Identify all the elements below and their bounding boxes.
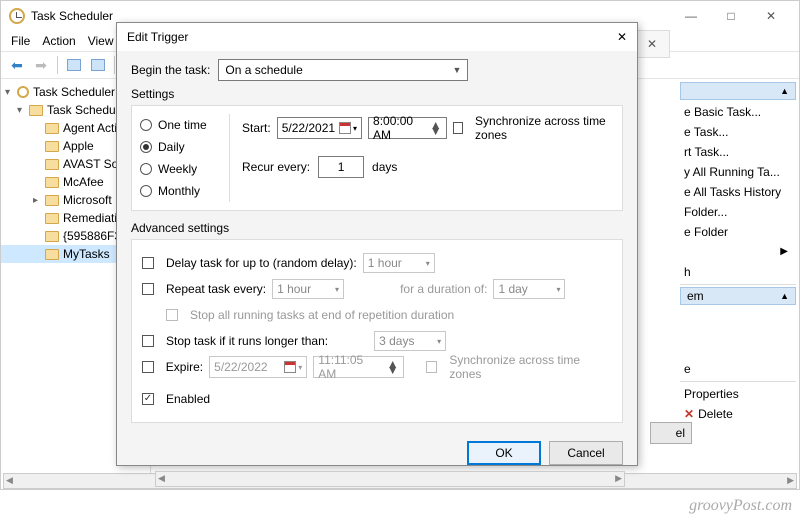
watermark: groovyPost.com bbox=[689, 497, 792, 515]
action-item[interactable]: y All Running Ta... bbox=[680, 162, 796, 182]
partial-cancel-button[interactable]: el bbox=[650, 422, 692, 444]
recur-label: Recur every: bbox=[242, 160, 310, 174]
inner-dialog-close[interactable]: ✕ bbox=[634, 30, 670, 58]
delay-label: Delay task for up to (random delay): bbox=[166, 256, 357, 270]
back-button[interactable]: ⬅ bbox=[7, 55, 27, 75]
close-button[interactable]: ✕ bbox=[751, 2, 791, 30]
tree-scrollbar[interactable] bbox=[3, 473, 151, 489]
settings-label: Settings bbox=[131, 87, 623, 101]
collapse-icon[interactable]: ▲ bbox=[780, 291, 789, 301]
calendar-icon bbox=[284, 361, 296, 373]
window-title: Task Scheduler bbox=[31, 9, 671, 23]
forward-button[interactable]: ➡ bbox=[31, 55, 51, 75]
app-icon bbox=[9, 8, 25, 24]
settings-group: One time Daily Weekly Monthly Start: 5/2… bbox=[131, 105, 623, 211]
expire-checkbox[interactable] bbox=[142, 361, 154, 373]
radio-weekly[interactable]: Weekly bbox=[140, 158, 221, 180]
toolbar-icon[interactable] bbox=[64, 55, 84, 75]
enabled-checkbox[interactable] bbox=[142, 393, 154, 405]
stop-longer-label: Stop task if it runs longer than: bbox=[166, 334, 328, 348]
action-item[interactable]: rt Task... bbox=[680, 142, 796, 162]
action-item[interactable]: e Basic Task... bbox=[680, 102, 796, 122]
delay-checkbox[interactable] bbox=[142, 257, 154, 269]
expire-label: Expire: bbox=[166, 360, 203, 374]
recur-input[interactable]: 1 bbox=[318, 156, 364, 178]
actions-pane: ▲ e Basic Task... e Task... rt Task... y… bbox=[680, 82, 796, 424]
action-item[interactable]: Folder... bbox=[680, 202, 796, 222]
action-item[interactable]: e bbox=[680, 359, 796, 379]
calendar-icon bbox=[339, 122, 351, 134]
repeat-label: Repeat task every: bbox=[166, 282, 266, 296]
action-item[interactable]: e Folder bbox=[680, 222, 796, 242]
duration-combo[interactable]: 1 day▾ bbox=[493, 279, 565, 299]
expire-date-input[interactable]: 5/22/2022▾ bbox=[209, 356, 307, 378]
repeat-combo[interactable]: 1 hour▾ bbox=[272, 279, 344, 299]
enabled-label: Enabled bbox=[166, 392, 210, 406]
radio-one-time[interactable]: One time bbox=[140, 114, 221, 136]
expire-sync-checkbox bbox=[426, 361, 438, 373]
stop-repetition-checkbox bbox=[166, 309, 178, 321]
radio-daily[interactable]: Daily bbox=[140, 136, 221, 158]
toolbar-icon[interactable] bbox=[88, 55, 108, 75]
stop-longer-checkbox[interactable] bbox=[142, 335, 154, 347]
ok-button[interactable]: OK bbox=[467, 441, 541, 465]
start-label: Start: bbox=[242, 121, 271, 135]
edit-trigger-dialog: Edit Trigger ✕ Begin the task: On a sche… bbox=[116, 22, 638, 466]
advanced-group: Delay task for up to (random delay): 1 h… bbox=[131, 239, 623, 423]
content-scrollbar[interactable]: ◀ ▶ bbox=[155, 471, 625, 487]
stop-longer-combo[interactable]: 3 days▾ bbox=[374, 331, 446, 351]
menu-file[interactable]: File bbox=[11, 34, 30, 48]
repeat-checkbox[interactable] bbox=[142, 283, 154, 295]
submenu-icon[interactable]: ▶ bbox=[780, 242, 788, 262]
delete-icon: ✕ bbox=[684, 407, 694, 421]
stop-repetition-label: Stop all running tasks at end of repetit… bbox=[190, 308, 454, 322]
start-date-input[interactable]: 5/22/2021▾ bbox=[277, 117, 362, 139]
action-item[interactable]: e All Tasks History bbox=[680, 182, 796, 202]
duration-label: for a duration of: bbox=[400, 282, 487, 296]
begin-task-dropdown[interactable]: On a schedule▼ bbox=[218, 59, 468, 81]
expire-sync-label: Synchronize across time zones bbox=[449, 353, 612, 381]
sync-tz-label: Synchronize across time zones bbox=[475, 114, 614, 142]
dialog-close-icon[interactable]: ✕ bbox=[617, 30, 627, 44]
minimize-button[interactable]: — bbox=[671, 2, 711, 30]
selected-item-header: em bbox=[687, 289, 704, 303]
maximize-button[interactable]: □ bbox=[711, 2, 751, 30]
delay-combo[interactable]: 1 hour▾ bbox=[363, 253, 435, 273]
dialog-title: Edit Trigger bbox=[127, 30, 188, 44]
chevron-down-icon: ▼ bbox=[452, 65, 461, 75]
cancel-button[interactable]: Cancel bbox=[549, 441, 623, 465]
recur-unit: days bbox=[372, 160, 397, 174]
expire-time-input[interactable]: 11:11:05 AM▲▼ bbox=[313, 356, 403, 378]
menu-action[interactable]: Action bbox=[42, 34, 75, 48]
radio-monthly[interactable]: Monthly bbox=[140, 180, 221, 202]
menu-view[interactable]: View bbox=[88, 34, 114, 48]
start-time-input[interactable]: 8:00:00 AM▲▼ bbox=[368, 117, 447, 139]
begin-task-label: Begin the task: bbox=[131, 63, 210, 77]
collapse-icon[interactable]: ▲ bbox=[780, 86, 789, 96]
advanced-label: Advanced settings bbox=[131, 221, 623, 235]
action-refresh[interactable]: h bbox=[680, 262, 796, 282]
sync-tz-checkbox[interactable] bbox=[453, 122, 463, 134]
action-delete[interactable]: ✕Delete bbox=[680, 404, 796, 424]
action-properties[interactable]: Properties bbox=[680, 384, 796, 404]
action-item[interactable]: e Task... bbox=[680, 122, 796, 142]
